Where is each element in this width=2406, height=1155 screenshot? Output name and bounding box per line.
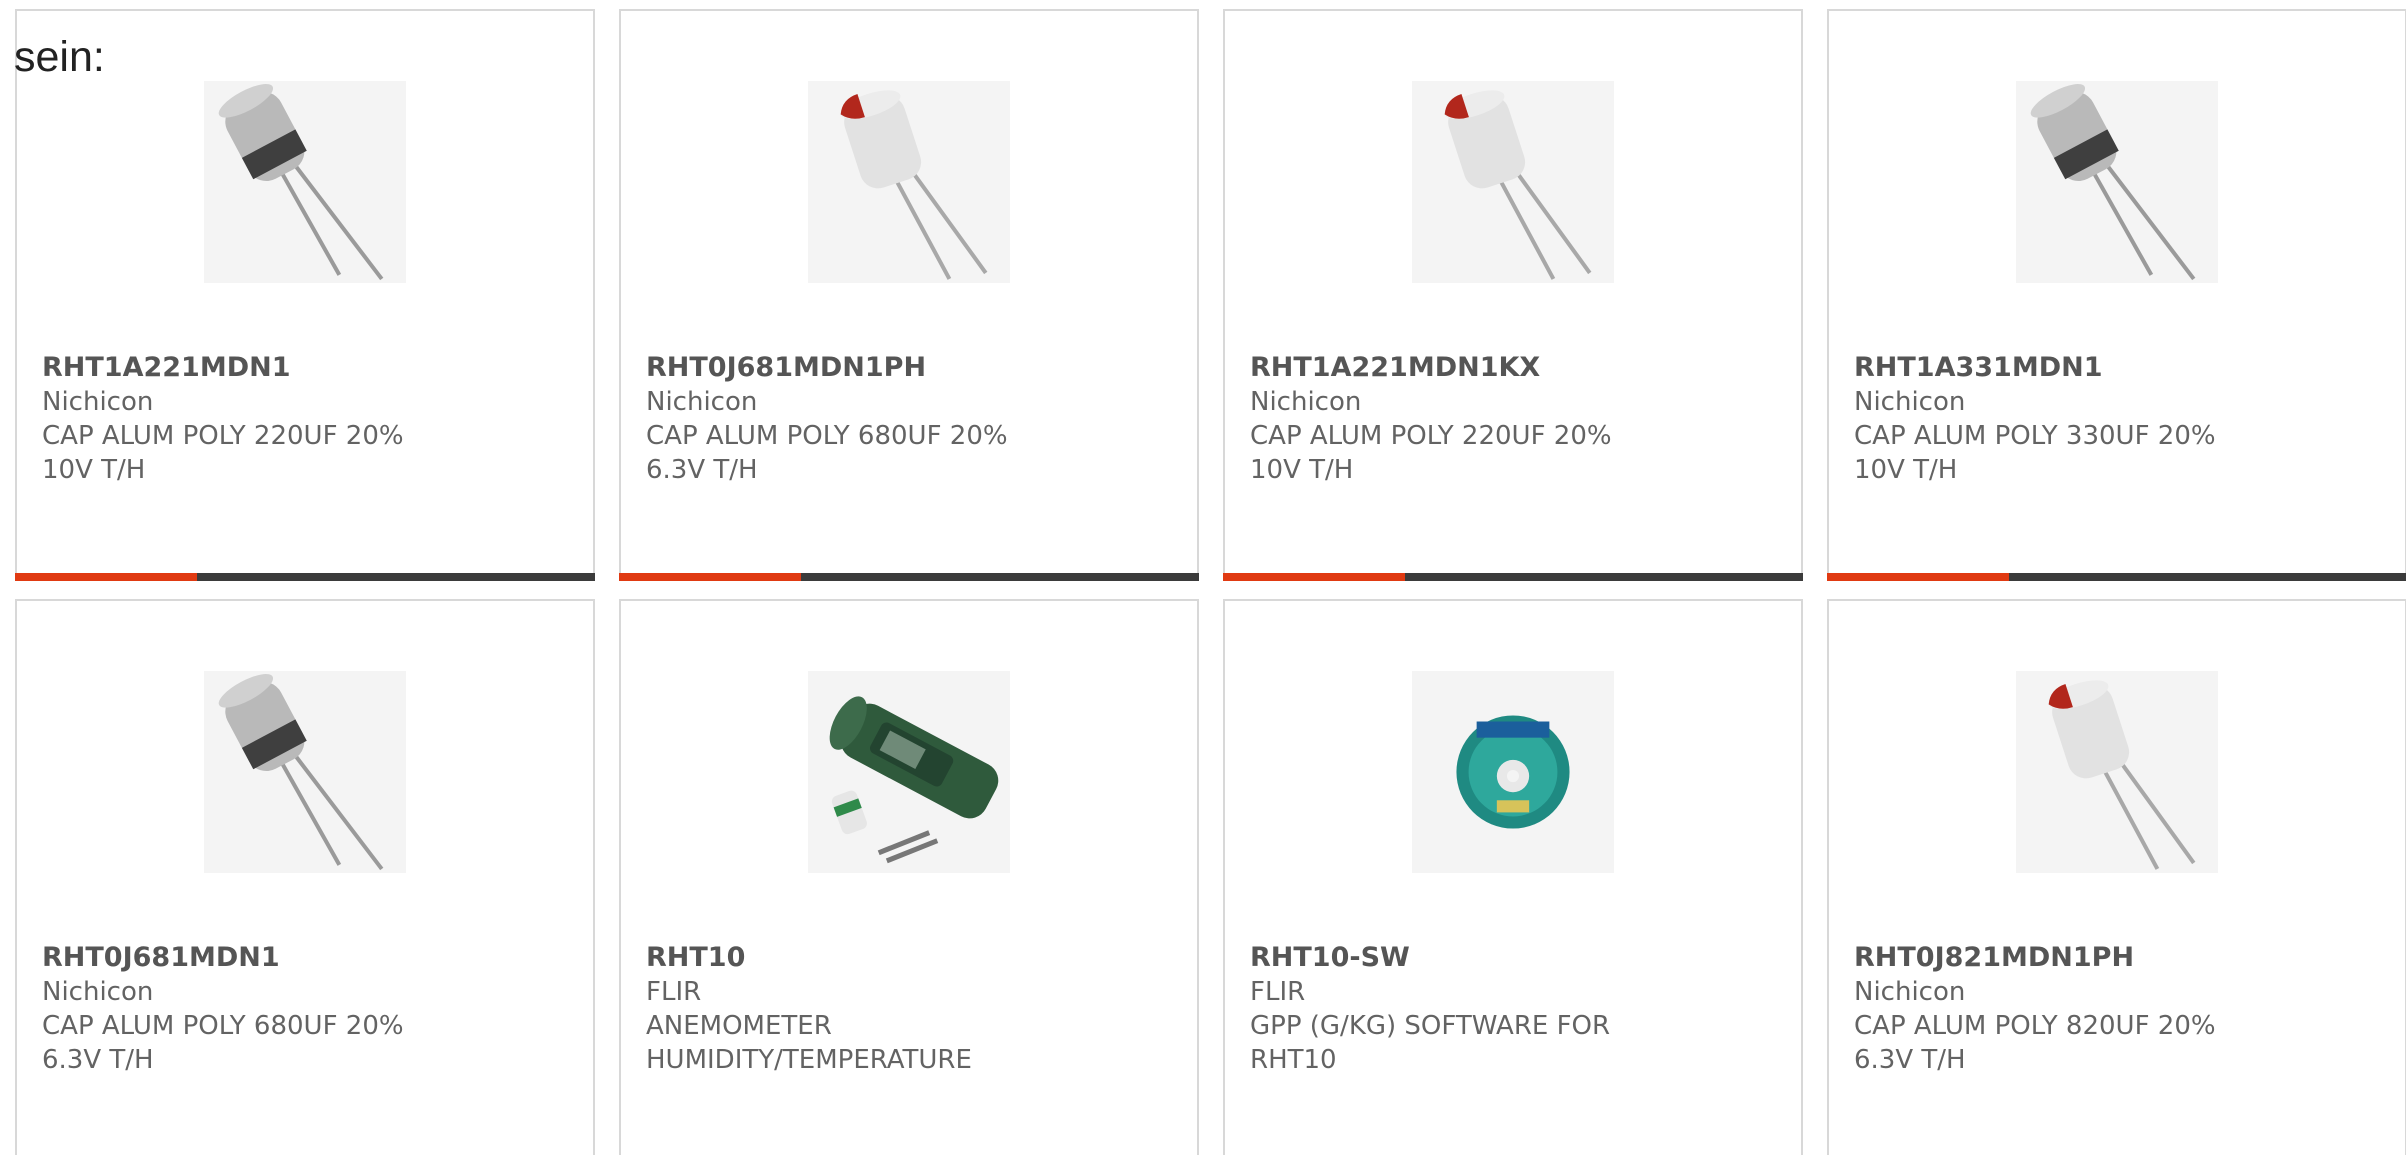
product-card[interactable]: RHT10 FLIR ANEMOMETER HUMIDITY/TEMPERATU… [619,599,1199,1155]
product-card[interactable]: RHT1A221MDN1KX Nichicon CAP ALUM POLY 22… [1223,9,1803,581]
part-number-link[interactable]: RHT1A221MDN1KX [1250,351,1670,385]
capacitor-gray-icon [204,671,406,873]
product-results-page: sein: RHT1A221MDN1 Nichicon CAP ALUM POL… [0,0,2406,1155]
product-grid: RHT1A221MDN1 Nichicon CAP ALUM POLY 220U… [15,9,2406,1155]
part-number-link[interactable]: RHT1A221MDN1 [42,351,462,385]
manufacturer: Nichicon [646,387,758,417]
manufacturer: FLIR [1250,977,1306,1007]
part-number-link[interactable]: RHT0J821MDN1PH [1854,941,2274,975]
manufacturer: Nichicon [1854,977,1966,1007]
card-bottom-bar [619,573,1199,581]
part-number-link[interactable]: RHT1A331MDN1 [1854,351,2274,385]
product-info: RHT1A221MDN1KX Nichicon CAP ALUM POLY 22… [1250,351,1670,487]
card-accent [15,573,197,581]
manufacturer: Nichicon [1854,387,1966,417]
capacitor-gray-icon [204,81,406,283]
description: CAP ALUM POLY 220UF 20% 10V T/H [42,421,404,485]
description: GPP (G/KG) SOFTWARE FOR RHT10 [1250,1011,1611,1075]
product-card[interactable]: RHT1A221MDN1 Nichicon CAP ALUM POLY 220U… [15,9,595,581]
manufacturer: Nichicon [42,387,154,417]
part-number-link[interactable]: RHT10-SW [1250,941,1670,975]
capacitor-red-icon [1412,81,1614,283]
part-number-link[interactable]: RHT0J681MDN1PH [646,351,1066,385]
description: ANEMOMETER HUMIDITY/TEMPERATURE [646,1011,972,1075]
part-number-link[interactable]: RHT10 [646,941,1066,975]
intro-text: sein: [14,33,105,81]
product-info: RHT0J821MDN1PH Nichicon CAP ALUM POLY 82… [1854,941,2274,1077]
product-card[interactable]: RHT0J681MDN1PH Nichicon CAP ALUM POLY 68… [619,9,1199,581]
card-accent [619,573,801,581]
product-info: RHT1A221MDN1 Nichicon CAP ALUM POLY 220U… [42,351,462,487]
product-card[interactable]: RHT0J821MDN1PH Nichicon CAP ALUM POLY 82… [1827,599,2406,1155]
description: CAP ALUM POLY 680UF 20% 6.3V T/H [646,421,1008,485]
card-accent [1223,573,1405,581]
description: CAP ALUM POLY 820UF 20% 6.3V T/H [1854,1011,2216,1075]
capacitor-red-icon [2016,671,2218,873]
product-info: RHT0J681MDN1 Nichicon CAP ALUM POLY 680U… [42,941,462,1077]
product-card[interactable]: RHT0J681MDN1 Nichicon CAP ALUM POLY 680U… [15,599,595,1155]
capacitor-gray-icon [2016,81,2218,283]
anemometer-device-icon [808,671,1010,873]
product-info: RHT10-SW FLIR GPP (G/KG) SOFTWARE FOR RH… [1250,941,1670,1077]
card-bottom-bar [1827,573,2406,581]
description: CAP ALUM POLY 680UF 20% 6.3V T/H [42,1011,404,1075]
product-card[interactable]: RHT10-SW FLIR GPP (G/KG) SOFTWARE FOR RH… [1223,599,1803,1155]
card-accent [1827,573,2009,581]
description: CAP ALUM POLY 220UF 20% 10V T/H [1250,421,1612,485]
product-info: RHT1A331MDN1 Nichicon CAP ALUM POLY 330U… [1854,351,2274,487]
product-card[interactable]: RHT1A331MDN1 Nichicon CAP ALUM POLY 330U… [1827,9,2406,581]
part-number-link[interactable]: RHT0J681MDN1 [42,941,462,975]
manufacturer: FLIR [646,977,702,1007]
card-bottom-bar [1223,573,1803,581]
card-bottom-bar [15,573,595,581]
product-info: RHT0J681MDN1PH Nichicon CAP ALUM POLY 68… [646,351,1066,487]
product-info: RHT10 FLIR ANEMOMETER HUMIDITY/TEMPERATU… [646,941,1066,1077]
capacitor-red-icon [808,81,1010,283]
manufacturer: Nichicon [42,977,154,1007]
software-cd-icon [1412,671,1614,873]
description: CAP ALUM POLY 330UF 20% 10V T/H [1854,421,2216,485]
manufacturer: Nichicon [1250,387,1362,417]
